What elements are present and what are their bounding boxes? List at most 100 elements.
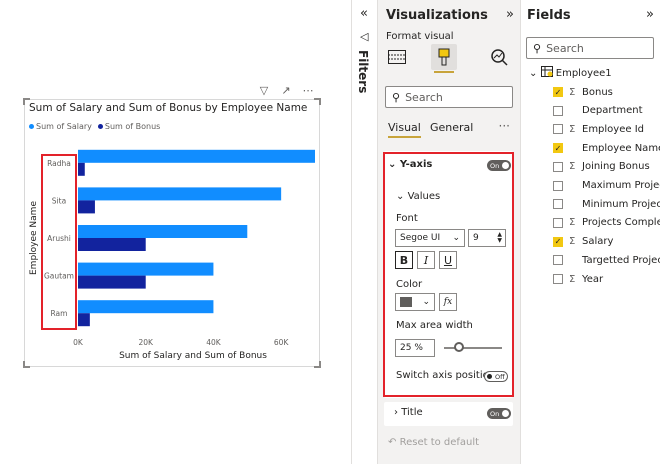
bar[interactable] xyxy=(78,238,146,251)
double-chevron-right-icon[interactable]: » xyxy=(646,7,654,22)
double-chevron-left-icon[interactable]: « xyxy=(360,6,368,21)
field-item[interactable]: ✓ Σ Salary xyxy=(553,235,613,249)
field-label: Employee Id xyxy=(582,123,645,135)
table-node[interactable]: ⌄ Employee1 xyxy=(529,66,612,79)
x-tick-label: 0K xyxy=(73,338,84,347)
bar[interactable] xyxy=(78,225,248,238)
search-icon: ⚲ xyxy=(392,90,401,104)
field-label: Joining Bonus xyxy=(582,161,650,173)
y-axis-title: Employee Name xyxy=(29,201,39,275)
sigma-icon: Σ xyxy=(569,217,576,229)
field-label: Targetted Projects xyxy=(582,254,660,266)
field-label: Employee Name xyxy=(582,142,660,154)
double-chevron-right-icon[interactable]: » xyxy=(506,7,514,22)
table-name: Employee1 xyxy=(555,68,612,79)
field-item[interactable]: Σ Year xyxy=(553,272,603,286)
reset-to-default-button[interactable]: ↶ Reset to default xyxy=(388,437,479,448)
checkbox[interactable] xyxy=(553,274,563,284)
tab-visual[interactable]: Visual xyxy=(388,121,421,138)
title-section-header[interactable]: › Title xyxy=(394,407,423,418)
tab-general[interactable]: General xyxy=(430,121,473,134)
chevron-right-icon: › xyxy=(394,407,398,418)
visualizations-title: Visualizations xyxy=(386,8,488,23)
checkbox[interactable] xyxy=(553,161,563,172)
fields-search-input[interactable]: ⚲ Search xyxy=(526,37,654,59)
bar[interactable] xyxy=(78,149,315,163)
field-item[interactable]: ✓ Σ Bonus xyxy=(553,85,613,99)
field-label: Projects Complet... xyxy=(582,217,660,229)
highlight-box xyxy=(383,152,514,397)
field-item[interactable]: ✓ Employee Name xyxy=(553,141,660,155)
y-tick-label: Sita xyxy=(52,196,66,205)
filter-icon: ◁ xyxy=(360,30,369,43)
checkbox[interactable] xyxy=(553,217,563,228)
grid-icon xyxy=(388,50,406,64)
filters-pane-collapsed[interactable]: « ◁ Filters xyxy=(352,0,378,464)
bar[interactable] xyxy=(78,300,214,314)
y-tick-label: Ram xyxy=(51,309,68,318)
analytics-icon[interactable] xyxy=(486,44,512,70)
sigma-icon: Σ xyxy=(569,236,576,248)
field-item[interactable]: Maximum Projects xyxy=(553,179,660,193)
build-visual-icon[interactable] xyxy=(384,44,410,70)
field-item[interactable]: Department xyxy=(553,104,643,118)
format-tabs: Visual General ··· xyxy=(386,119,514,141)
fields-title: Fields xyxy=(527,8,571,23)
bar-chart-visual[interactable]: Sum of Salary and Sum of Bonus by Employ… xyxy=(23,98,321,368)
more-options-icon[interactable]: ··· xyxy=(499,119,510,133)
reset-icon: ↶ xyxy=(388,437,397,448)
field-item[interactable]: Σ Employee Id xyxy=(553,122,644,136)
search-placeholder: Search xyxy=(405,90,443,104)
checkbox[interactable] xyxy=(553,124,563,135)
checkbox[interactable]: ✓ xyxy=(553,236,563,247)
checkbox[interactable]: ✓ xyxy=(553,87,563,97)
field-item[interactable]: Minimum Projects xyxy=(553,197,660,211)
x-axis-title: Sum of Salary and Sum of Bonus xyxy=(119,351,267,361)
field-item[interactable]: Targetted Projects xyxy=(553,253,660,267)
bar[interactable] xyxy=(78,200,95,214)
checkbox[interactable] xyxy=(553,105,563,116)
x-tick-label: 20K xyxy=(138,338,154,347)
visual-header-toolbar: ▽ ↗ ⋯ xyxy=(257,84,315,97)
field-label: Maximum Projects xyxy=(582,180,660,191)
table-icon xyxy=(540,66,553,77)
sigma-icon: Σ xyxy=(569,273,576,285)
search-icon: ⚲ xyxy=(533,41,542,55)
filter-icon[interactable]: ▽ xyxy=(257,84,271,97)
bar[interactable] xyxy=(78,187,282,201)
paintbrush-icon xyxy=(438,48,450,66)
field-label: Minimum Projects xyxy=(582,198,660,210)
sigma-icon: Σ xyxy=(569,86,576,98)
checkbox[interactable] xyxy=(553,180,563,191)
reset-label: Reset to default xyxy=(399,437,480,448)
y-tick-label: Gautam xyxy=(44,272,74,281)
y-tick-label: Radha xyxy=(47,159,71,168)
x-tick-label: 60K xyxy=(274,338,290,347)
title-toggle[interactable]: On xyxy=(487,408,511,419)
pane-mode-switcher xyxy=(384,44,514,73)
chevron-down-icon: ⌄ xyxy=(529,68,538,79)
bar[interactable] xyxy=(78,162,85,176)
checkbox[interactable] xyxy=(553,199,563,210)
field-label: Year xyxy=(582,273,604,285)
search-placeholder: Search xyxy=(546,41,584,55)
title-section-label: Title xyxy=(401,407,423,418)
focus-mode-icon[interactable]: ↗ xyxy=(279,84,293,97)
sigma-icon: Σ xyxy=(569,161,576,173)
format-search-input[interactable]: ⚲ Search xyxy=(385,86,513,108)
bar[interactable] xyxy=(78,262,214,276)
bar[interactable] xyxy=(78,275,146,289)
checkbox[interactable] xyxy=(553,255,563,266)
field-label: Department xyxy=(582,105,643,117)
format-visual-icon[interactable] xyxy=(431,44,457,73)
more-options-icon[interactable]: ⋯ xyxy=(301,84,315,97)
title-card: › Title On xyxy=(384,402,513,426)
checkbox[interactable]: ✓ xyxy=(553,143,563,154)
format-visual-label: Format visual xyxy=(386,31,454,42)
field-label: Salary xyxy=(582,236,614,248)
visualizations-pane: Visualizations » Format visual ⚲ Search … xyxy=(378,0,520,464)
field-item[interactable]: Σ Joining Bonus xyxy=(553,160,650,174)
bar[interactable] xyxy=(78,313,90,327)
field-item[interactable]: Σ Projects Complet... xyxy=(553,216,660,230)
filters-label: Filters xyxy=(356,50,370,94)
